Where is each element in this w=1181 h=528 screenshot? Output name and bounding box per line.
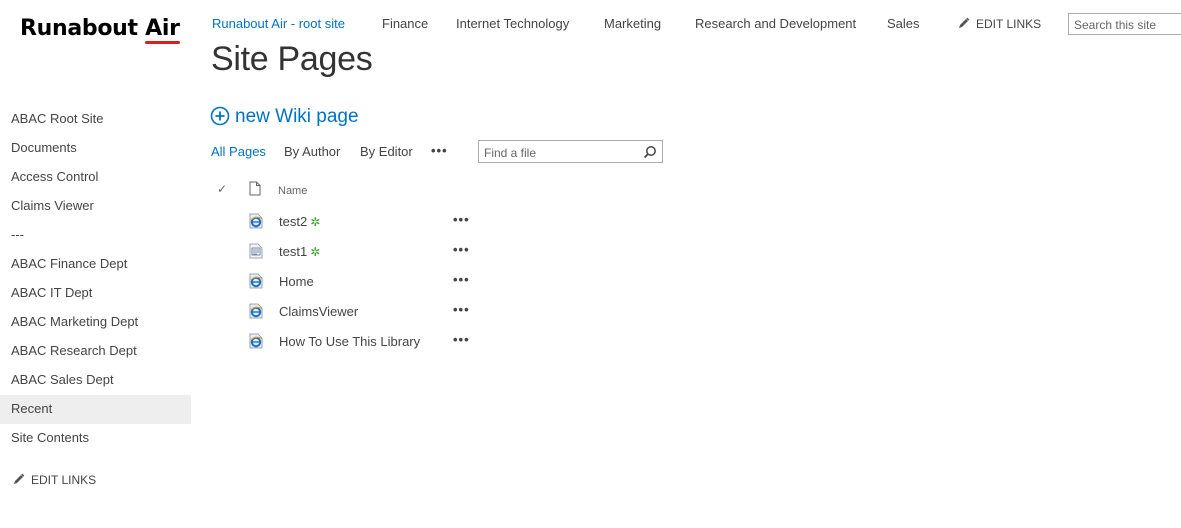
leftnav-item-access-control[interactable]: Access Control bbox=[0, 163, 191, 192]
search-icon[interactable] bbox=[643, 145, 657, 159]
row-menu-button[interactable]: ••• bbox=[453, 302, 470, 317]
ie-page-icon bbox=[249, 273, 263, 289]
more-views-button[interactable]: ••• bbox=[431, 143, 448, 158]
leftnav-item-abac-research-dept[interactable]: ABAC Research Dept bbox=[0, 337, 191, 366]
ie-page-icon bbox=[249, 333, 263, 349]
page-title: Site Pages bbox=[211, 40, 373, 78]
row-name-text: test1 bbox=[279, 244, 308, 259]
row-name[interactable]: ClaimsViewer bbox=[279, 304, 358, 319]
select-all-check-icon[interactable]: ✓ bbox=[217, 182, 227, 196]
view-by-editor[interactable]: By Editor bbox=[360, 144, 413, 159]
edit-links-left-button[interactable]: EDIT LINKS bbox=[13, 473, 96, 487]
new-item-badge: ✲ bbox=[310, 245, 321, 259]
row-name-text: test2 bbox=[279, 214, 308, 229]
topnav-item-root-site[interactable]: Runabout Air - root site bbox=[212, 16, 345, 31]
topnav-item-sales[interactable]: Sales bbox=[887, 16, 920, 31]
leftnav-item-site-contents[interactable]: Site Contents bbox=[0, 424, 191, 453]
document-type-icon bbox=[249, 181, 261, 196]
leftnav-item-abac-root-site[interactable]: ABAC Root Site bbox=[0, 105, 191, 134]
leftnav-item-abac-it-dept[interactable]: ABAC IT Dept bbox=[0, 279, 191, 308]
edit-links-top-label: EDIT LINKS bbox=[976, 17, 1042, 31]
find-file-input[interactable]: Find a file bbox=[478, 140, 663, 163]
ie-page-icon bbox=[249, 213, 263, 229]
leftnav-item-abac-marketing-dept[interactable]: ABAC Marketing Dept bbox=[0, 308, 191, 337]
row-name[interactable]: test2 ✲ bbox=[279, 214, 320, 229]
logo-text: Runabout bbox=[20, 16, 138, 41]
new-item-badge: ✲ bbox=[310, 215, 321, 229]
topnav-item-research-and-development[interactable]: Research and Development bbox=[695, 16, 856, 31]
row-menu-button[interactable]: ••• bbox=[453, 272, 470, 287]
topnav-item-finance[interactable]: Finance bbox=[382, 16, 428, 31]
edit-links-top-button[interactable]: EDIT LINKS bbox=[958, 17, 1041, 31]
row-menu-button[interactable]: ••• bbox=[453, 212, 470, 227]
table-row[interactable]: test2 ✲ ••• bbox=[211, 211, 511, 233]
view-all-pages[interactable]: All Pages bbox=[211, 144, 266, 159]
pencil-icon bbox=[14, 473, 25, 484]
leftnav-item-abac-sales-dept[interactable]: ABAC Sales Dept bbox=[0, 366, 191, 395]
ie-page-icon bbox=[249, 303, 263, 319]
table-row[interactable]: ClaimsViewer ••• bbox=[211, 301, 511, 323]
row-name[interactable]: test1 ✲ bbox=[279, 244, 320, 259]
find-file-placeholder: Find a file bbox=[484, 146, 537, 160]
quick-launch-nav: ABAC Root Site Documents Access Control … bbox=[0, 105, 191, 453]
leftnav-separator: --- bbox=[11, 227, 24, 242]
list-header: ✓ Name bbox=[211, 180, 511, 200]
table-row[interactable]: How To Use This Library ••• bbox=[211, 331, 511, 353]
site-logo[interactable]: Runabout Air bbox=[20, 16, 180, 41]
search-input[interactable]: Search this site bbox=[1068, 13, 1181, 35]
logo-accent-text: Air bbox=[145, 16, 180, 41]
topnav-item-internet-technology[interactable]: Internet Technology bbox=[456, 16, 569, 31]
row-name[interactable]: How To Use This Library bbox=[279, 334, 420, 349]
edit-links-left-label: EDIT LINKS bbox=[31, 473, 97, 487]
leftnav-item-documents[interactable]: Documents bbox=[0, 134, 191, 163]
row-name[interactable]: Home bbox=[279, 274, 314, 289]
row-menu-button[interactable]: ••• bbox=[453, 332, 470, 347]
table-row[interactable]: test1 ✲ ••• bbox=[211, 241, 511, 263]
pencil-icon bbox=[959, 17, 970, 28]
topnav-item-marketing[interactable]: Marketing bbox=[604, 16, 661, 31]
web-page-icon bbox=[249, 243, 263, 259]
column-header-name[interactable]: Name bbox=[278, 185, 307, 197]
table-row[interactable]: Home ••• bbox=[211, 271, 511, 293]
leftnav-item-abac-finance-dept[interactable]: ABAC Finance Dept bbox=[0, 250, 191, 279]
view-by-author[interactable]: By Author bbox=[284, 144, 340, 159]
row-menu-button[interactable]: ••• bbox=[453, 242, 470, 257]
new-wiki-page-button[interactable]: new Wiki page bbox=[210, 106, 359, 128]
plus-circle-icon bbox=[210, 106, 230, 126]
leftnav-item-recent[interactable]: Recent bbox=[0, 395, 191, 424]
new-wiki-page-label: new Wiki page bbox=[235, 106, 359, 127]
search-placeholder: Search this site bbox=[1074, 18, 1157, 32]
leftnav-item-claims-viewer[interactable]: Claims Viewer bbox=[0, 192, 191, 221]
